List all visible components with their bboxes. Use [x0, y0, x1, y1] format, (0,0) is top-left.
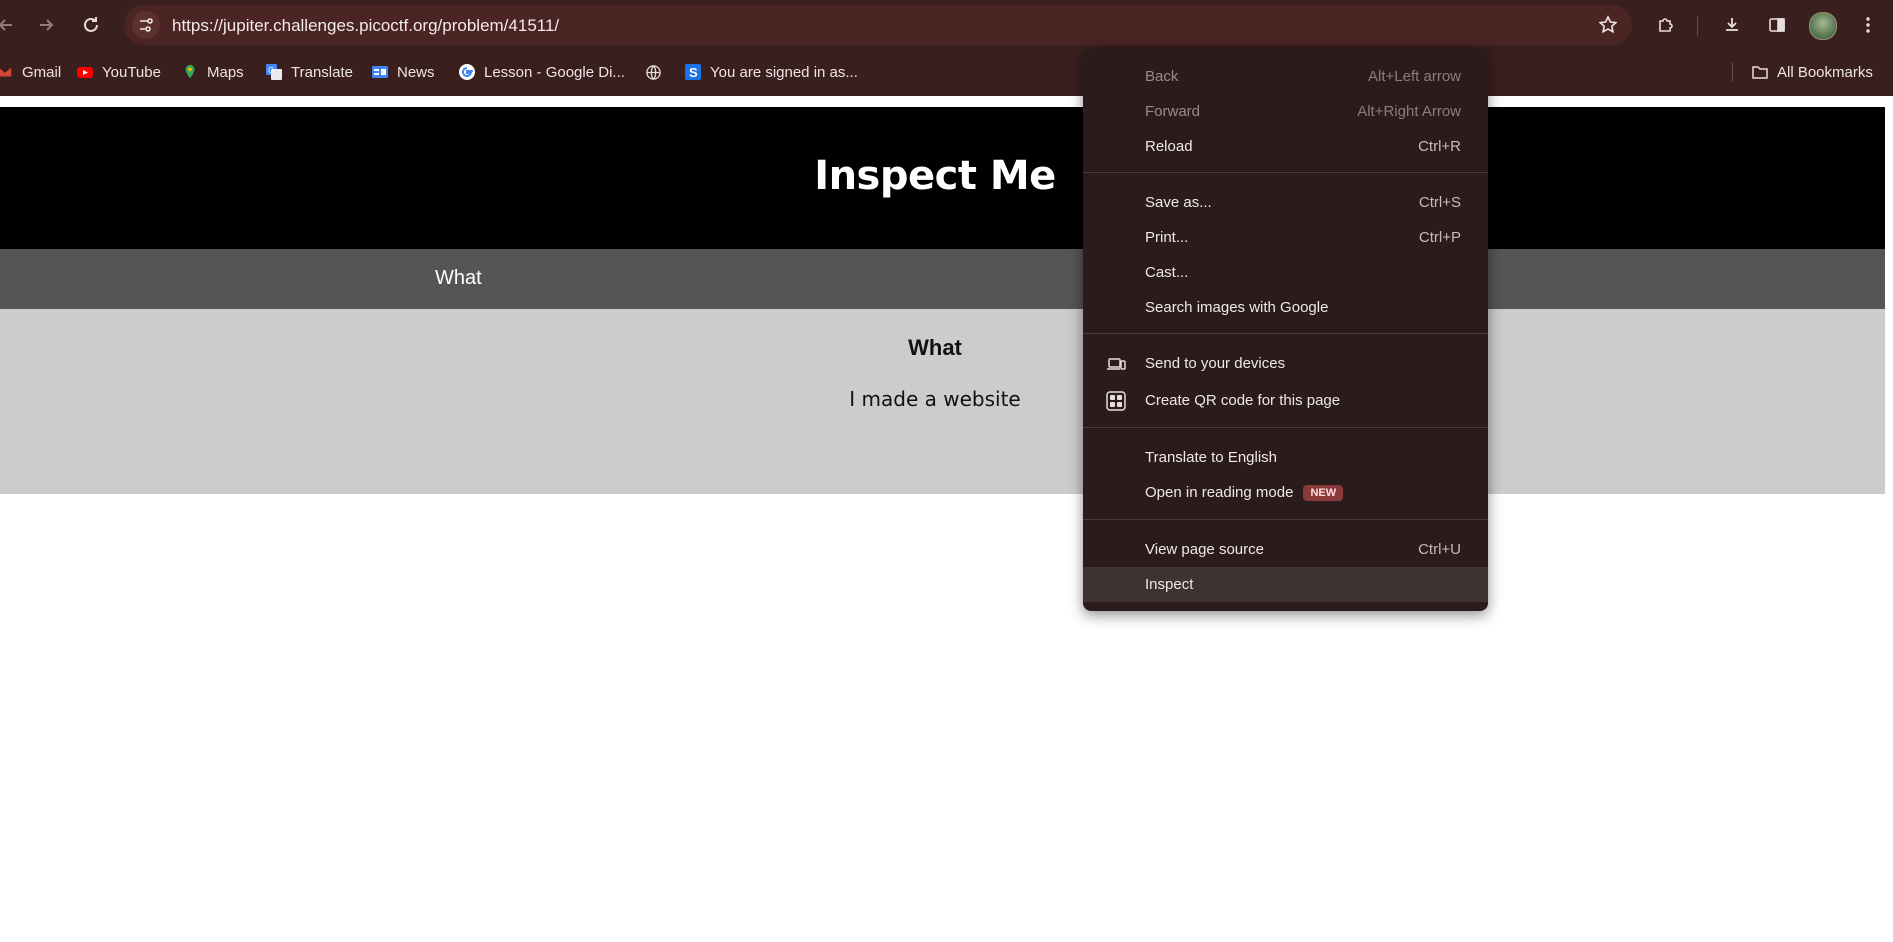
- reload-icon[interactable]: [75, 9, 107, 41]
- extensions-icon[interactable]: [1650, 9, 1682, 41]
- bookmark-label: Gmail: [22, 63, 62, 81]
- bookmark-youtube[interactable]: YouTube: [76, 61, 161, 83]
- menu-item-label: Cast...: [1145, 264, 1189, 281]
- bookmark-label: Lesson - Google Di...: [484, 63, 625, 81]
- context-menu: Back Alt+Left arrow Forward Alt+Right Ar…: [1083, 48, 1488, 611]
- menu-item-send-to-devices[interactable]: Send to your devices: [1083, 346, 1488, 381]
- section-heading: What: [908, 335, 962, 360]
- bookmark-label: News: [397, 63, 435, 81]
- menu-item-label: Translate to English: [1145, 449, 1278, 466]
- section-text: I made a website: [849, 387, 1021, 411]
- browser-chrome: https://jupiter.challenges.picoctf.org/p…: [0, 0, 1893, 96]
- page-title: Inspect Me: [814, 153, 1056, 199]
- menu-item-label: Back: [1145, 68, 1179, 85]
- bookmark-label: Translate: [291, 63, 353, 81]
- menu-item-qr-code[interactable]: Create QR code for this page: [1083, 383, 1488, 418]
- folder-icon: [1751, 63, 1769, 81]
- bookmark-gmail[interactable]: Gmail: [0, 61, 61, 83]
- menu-item-shortcut: Alt+Right Arrow: [1357, 103, 1461, 120]
- bookmark-lesson[interactable]: Lesson - Google Di...: [458, 61, 625, 83]
- nav-link-what[interactable]: What: [435, 267, 482, 290]
- bookmark-globe[interactable]: [644, 61, 662, 83]
- google-icon: [458, 63, 476, 81]
- url-text[interactable]: https://jupiter.challenges.picoctf.org/p…: [172, 16, 559, 36]
- qr-code-icon: [1106, 391, 1126, 411]
- browser-toolbar: https://jupiter.challenges.picoctf.org/p…: [0, 0, 1893, 50]
- bookmark-label: You are signed in as...: [710, 63, 858, 81]
- forward-arrow-icon[interactable]: [30, 9, 62, 41]
- devices-icon: [1106, 354, 1126, 374]
- menu-item-label: Create QR code for this page: [1145, 392, 1341, 409]
- more-menu-icon[interactable]: [1852, 9, 1884, 41]
- web-page: Inspect Me What What I made a website: [0, 96, 1893, 942]
- menu-item-label: Forward: [1145, 103, 1201, 120]
- content-section: What I made a website: [0, 309, 1885, 494]
- bookmarks-bar: Gmail YouTube Maps G Translate News Less…: [0, 57, 1893, 87]
- menu-item-shortcut: Alt+Left arrow: [1368, 68, 1461, 85]
- reading-mode-label: Open in reading mode: [1145, 484, 1294, 501]
- menu-item-view-source[interactable]: View page source Ctrl+U: [1083, 532, 1488, 567]
- youtube-icon: [76, 63, 94, 81]
- page-header: Inspect Me: [0, 107, 1885, 249]
- menu-item-label: Send to your devices: [1145, 355, 1286, 372]
- all-bookmarks-label: All Bookmarks: [1777, 63, 1873, 81]
- side-panel-icon[interactable]: [1761, 9, 1793, 41]
- new-badge: NEW: [1303, 485, 1344, 501]
- translate-icon: G: [265, 63, 283, 81]
- menu-divider: [1083, 172, 1488, 173]
- svg-text:G: G: [268, 66, 274, 75]
- menu-item-label: Print...: [1145, 229, 1189, 246]
- menu-item-search-images[interactable]: Search images with Google: [1083, 290, 1488, 325]
- bookmark-label: YouTube: [102, 63, 161, 81]
- address-bar[interactable]: https://jupiter.challenges.picoctf.org/p…: [124, 5, 1632, 45]
- svg-text:S: S: [689, 65, 698, 80]
- site-info-icon[interactable]: [132, 11, 160, 39]
- bookmark-news[interactable]: News: [371, 61, 435, 83]
- menu-item-label: Reload: [1145, 138, 1193, 155]
- bookmark-maps[interactable]: Maps: [181, 61, 244, 83]
- bookmark-translate[interactable]: G Translate: [265, 61, 353, 83]
- menu-divider: [1083, 333, 1488, 334]
- bookmark-label: Maps: [207, 63, 244, 81]
- nav-bar: What: [0, 249, 1885, 309]
- menu-item-reading-mode[interactable]: Open in reading mode NEW: [1083, 475, 1488, 510]
- menu-item-shortcut: Ctrl+S: [1418, 194, 1461, 211]
- s-icon: S: [684, 63, 702, 81]
- all-bookmarks[interactable]: All Bookmarks: [1751, 61, 1873, 83]
- maps-icon: [181, 63, 199, 81]
- menu-item-label: Open in reading mode NEW: [1145, 484, 1344, 501]
- bookmark-signed-in[interactable]: S You are signed in as...: [684, 61, 858, 83]
- menu-item-translate[interactable]: Translate to English: [1083, 440, 1488, 475]
- menu-item-forward[interactable]: Forward Alt+Right Arrow: [1083, 94, 1488, 129]
- menu-item-label: Inspect: [1145, 576, 1194, 593]
- news-icon: [371, 63, 389, 81]
- menu-item-save-as[interactable]: Save as... Ctrl+S: [1083, 185, 1488, 220]
- menu-item-shortcut: Ctrl+U: [1418, 541, 1461, 558]
- menu-item-label: View page source: [1145, 541, 1264, 558]
- menu-item-back[interactable]: Back Alt+Left arrow: [1083, 59, 1488, 94]
- download-icon[interactable]: [1716, 9, 1748, 41]
- gmail-icon: [0, 63, 14, 81]
- menu-item-reload[interactable]: Reload Ctrl+R: [1083, 129, 1488, 164]
- globe-icon: [644, 63, 662, 81]
- bookmark-star-icon[interactable]: [1594, 11, 1622, 39]
- menu-item-print[interactable]: Print... Ctrl+P: [1083, 220, 1488, 255]
- menu-item-label: Search images with Google: [1145, 299, 1329, 316]
- menu-item-shortcut: Ctrl+P: [1418, 229, 1461, 246]
- profile-avatar[interactable]: [1809, 12, 1837, 40]
- menu-item-inspect[interactable]: Inspect: [1083, 567, 1488, 602]
- menu-divider: [1083, 427, 1488, 428]
- back-arrow-icon[interactable]: [0, 9, 22, 41]
- menu-item-cast[interactable]: Cast...: [1083, 255, 1488, 290]
- menu-item-shortcut: Ctrl+R: [1418, 138, 1461, 155]
- menu-divider: [1083, 519, 1488, 520]
- menu-item-label: Save as...: [1145, 194, 1212, 211]
